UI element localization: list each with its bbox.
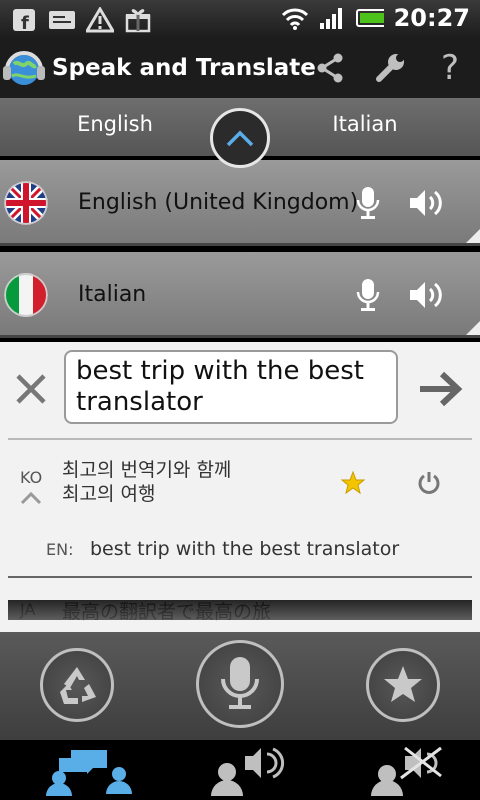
person-mute-icon: [371, 746, 442, 796]
history-source-code: EN:: [46, 540, 74, 559]
microphone-icon: [356, 279, 380, 311]
tab-mute[interactable]: [356, 744, 456, 796]
target-mic-button[interactable]: [352, 278, 384, 312]
message-icon: [48, 6, 76, 34]
title-bar: Speak and Translate ?: [0, 38, 480, 98]
svg-text:f: f: [21, 13, 29, 32]
favorite-star-icon[interactable]: [340, 470, 366, 496]
wrench-icon: [376, 54, 404, 82]
translate-button[interactable]: [418, 370, 464, 408]
history-translation: 최고의 번역기와 함께 최고의 여행: [62, 458, 231, 506]
divider: [8, 576, 472, 578]
speaker-icon: [410, 282, 442, 308]
share-icon: [317, 53, 343, 83]
power-icon[interactable]: [416, 470, 442, 496]
person-speaker-icon: [211, 747, 285, 796]
conversation-icon: [46, 750, 132, 796]
uk-flag-icon: [4, 181, 48, 225]
source-speaker-button[interactable]: [408, 186, 448, 220]
target-language-tab[interactable]: Italian: [250, 112, 480, 136]
source-mic-button[interactable]: [352, 186, 384, 220]
microphone-icon: [221, 657, 259, 709]
tab-bar: [0, 740, 480, 800]
close-icon: [16, 374, 46, 404]
target-language-name: Italian: [78, 282, 147, 307]
arrow-right-icon: [420, 371, 463, 407]
translation-line: 최고의 여행: [62, 483, 156, 505]
source-language-name: English (United Kingdom): [78, 190, 359, 215]
favorites-button[interactable]: [366, 648, 440, 722]
text-input[interactable]: best trip with the best translator: [64, 350, 398, 424]
target-speaker-button[interactable]: [408, 278, 448, 312]
recycle-button[interactable]: [40, 648, 114, 722]
history-language-code: KO: [20, 468, 43, 487]
help-button[interactable]: ?: [430, 48, 470, 88]
source-language-tab[interactable]: English: [0, 112, 230, 136]
record-button[interactable]: [196, 640, 284, 728]
history-source-text: best trip with the best translator: [90, 538, 400, 560]
wifi-icon: [280, 4, 308, 32]
app-logo-icon: [2, 46, 46, 90]
warning-icon: [86, 6, 114, 34]
share-button[interactable]: [310, 48, 350, 88]
signal-icon: [318, 4, 346, 32]
help-icon: ?: [440, 48, 460, 88]
battery-icon: [355, 4, 384, 32]
chevron-up-icon[interactable]: [20, 490, 42, 505]
settings-button[interactable]: [370, 48, 410, 88]
translation-line: 최고의 번역기와 함께: [62, 459, 232, 481]
facebook-icon: f: [10, 6, 38, 34]
star-icon: [384, 666, 422, 702]
status-bar: f 20:27: [0, 0, 480, 38]
translation-area: best trip with the best translator KO 최고…: [0, 342, 480, 632]
clear-button[interactable]: [12, 370, 50, 408]
row-corner-marker: [466, 321, 480, 335]
collapse-languages-button[interactable]: [210, 108, 270, 168]
app-title: Speak and Translate: [52, 55, 316, 81]
action-bar: [0, 632, 480, 740]
chevron-up-icon: [226, 130, 254, 147]
source-language-row[interactable]: English (United Kingdom): [0, 160, 480, 246]
speaker-icon: [410, 190, 442, 216]
scroll-fade-overlay: [8, 600, 472, 620]
clock: 20:27: [393, 4, 470, 32]
tab-conversation[interactable]: [30, 744, 140, 796]
tab-speak[interactable]: [196, 744, 296, 796]
microphone-icon: [356, 187, 380, 219]
target-language-row[interactable]: Italian: [0, 252, 480, 338]
divider: [8, 438, 472, 440]
gift-icon: [124, 6, 152, 34]
recycle-icon: [60, 667, 96, 704]
row-corner-marker: [466, 229, 480, 243]
italy-flag-icon: [4, 273, 48, 317]
